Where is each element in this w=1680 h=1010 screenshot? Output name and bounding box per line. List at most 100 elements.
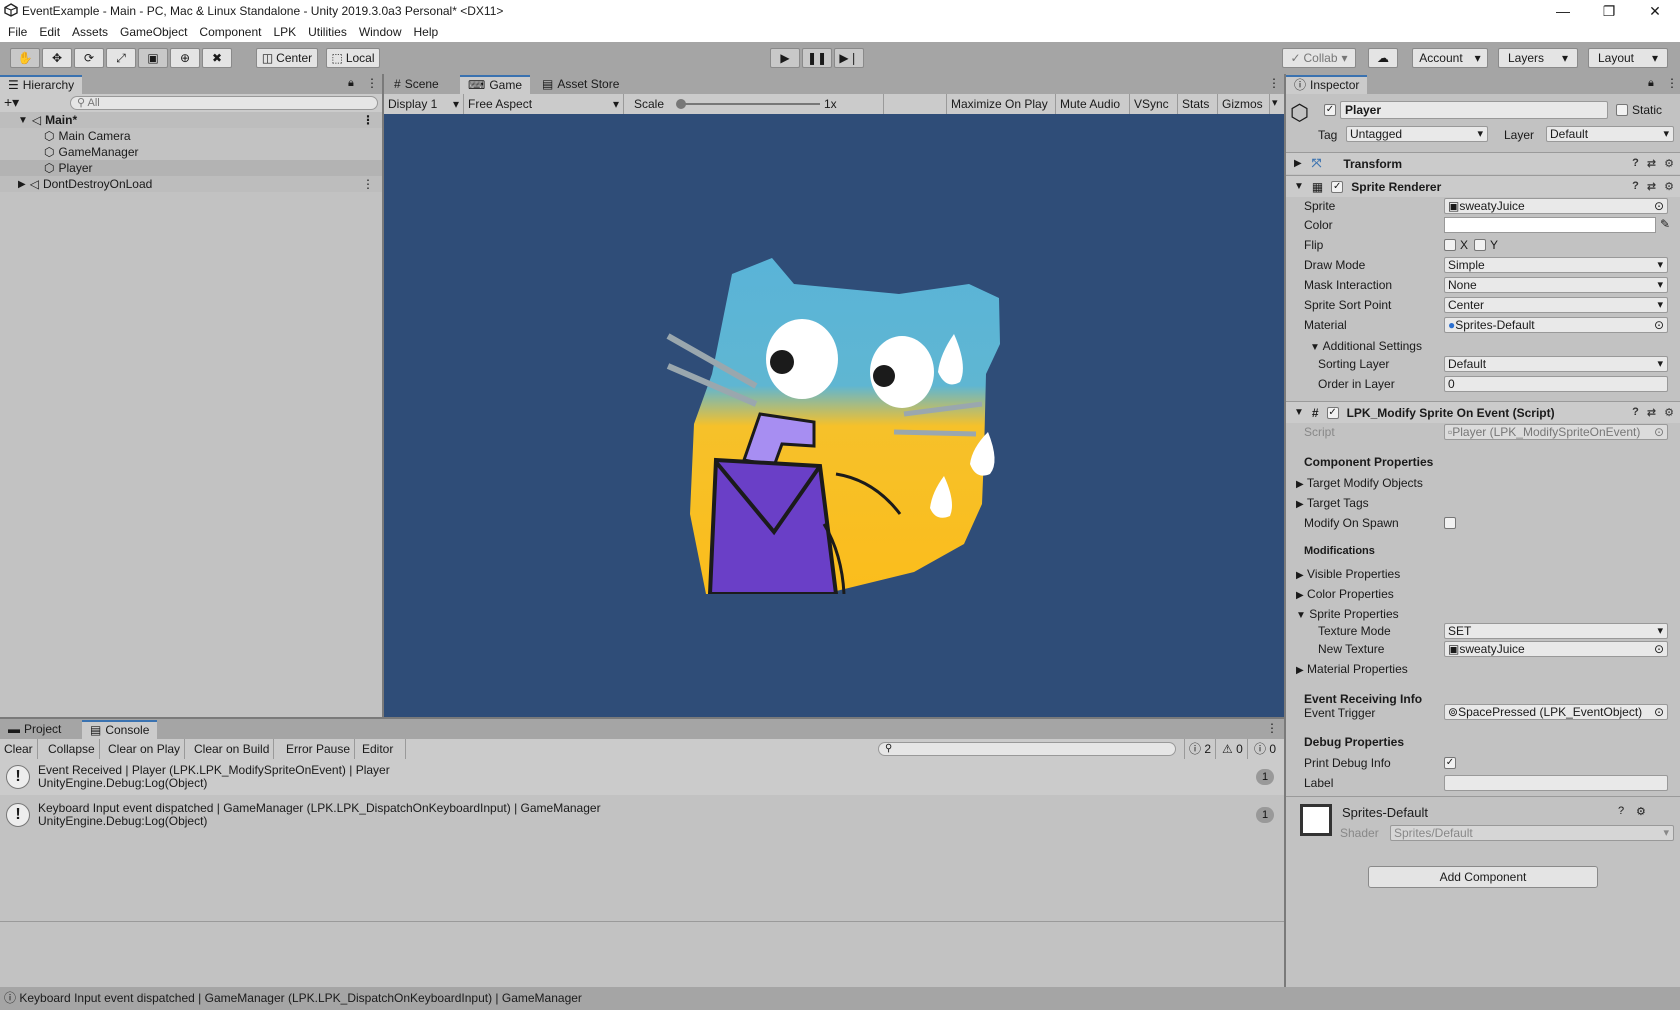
active-checkbox[interactable]: ✓ <box>1324 104 1336 116</box>
target-tags-foldout[interactable]: ▶ Target Tags <box>1296 496 1369 510</box>
modify-on-spawn-checkbox[interactable] <box>1444 517 1456 529</box>
mute-audio-toggle[interactable]: Mute Audio <box>1056 94 1130 114</box>
help-icon[interactable]: ? <box>1632 157 1639 170</box>
sprite-properties-foldout[interactable]: ▼ Sprite Properties <box>1296 607 1399 621</box>
vsync-toggle[interactable]: VSync <box>1130 94 1178 114</box>
sprite-renderer-header[interactable]: ▼ ▦ ✓ Sprite Renderer ? ⇄ ⚙ <box>1286 175 1680 197</box>
object-picker-icon[interactable]: ⊙ <box>1654 642 1664 656</box>
menu-utilities[interactable]: Utilities <box>302 22 353 42</box>
menu-edit[interactable]: Edit <box>33 22 66 42</box>
static-checkbox[interactable] <box>1616 104 1628 116</box>
layers-dropdown[interactable]: Layers ▾ <box>1498 48 1578 68</box>
help-icon[interactable]: ? <box>1632 406 1639 419</box>
play-button[interactable]: ▶ <box>770 48 800 68</box>
collab-dropdown[interactable]: ✓ Collab ▾ <box>1282 48 1356 68</box>
warning-count-toggle[interactable]: ⚠ 0 <box>1218 739 1248 759</box>
console-splitter[interactable] <box>0 921 1284 922</box>
scale-slider[interactable]: Scale 1x <box>624 94 884 114</box>
color-properties-foldout[interactable]: ▶ Color Properties <box>1296 587 1394 601</box>
display-dropdown[interactable]: Display 1 ▾ <box>384 94 464 114</box>
layout-dropdown[interactable]: Layout ▾ <box>1588 48 1668 68</box>
collapse-button[interactable]: Collapse <box>44 739 100 759</box>
error-pause-button[interactable]: Error Pause <box>282 739 356 759</box>
scale-tool-button[interactable]: ⤢ <box>106 48 136 68</box>
target-modify-objects-foldout[interactable]: ▶ Target Modify Objects <box>1296 476 1423 490</box>
tab-hierarchy[interactable]: ☰ Hierarchy <box>0 75 83 94</box>
lock-icon[interactable]: 🔒︎ <box>348 77 354 90</box>
maximize-button[interactable]: ❐ <box>1586 0 1632 22</box>
sprite-sort-point-dropdown[interactable]: Center <box>1444 297 1668 313</box>
flip-y-checkbox[interactable] <box>1474 239 1486 251</box>
clear-on-build-button[interactable]: Clear on Build <box>190 739 275 759</box>
tab-project[interactable]: ▬ Project <box>0 720 69 739</box>
texture-mode-dropdown[interactable]: SET <box>1444 623 1668 639</box>
slider-thumb[interactable] <box>676 99 686 109</box>
object-name-field[interactable]: Player <box>1340 101 1608 119</box>
menu-assets[interactable]: Assets <box>66 22 114 42</box>
game-viewport[interactable] <box>384 114 1284 717</box>
transform-tool-button[interactable]: ⊕ <box>170 48 200 68</box>
more-menu-icon[interactable]: ⋮ <box>366 76 378 90</box>
more-menu-icon[interactable]: ⋮ <box>1266 721 1278 735</box>
tab-scene[interactable]: # Scene <box>386 75 447 94</box>
preset-icon[interactable]: ⇄ <box>1647 157 1656 170</box>
visible-properties-foldout[interactable]: ▶ Visible Properties <box>1296 567 1400 581</box>
hierarchy-item-gamemanager[interactable]: ⬡ GameManager <box>0 144 382 160</box>
draw-mode-dropdown[interactable]: Simple <box>1444 257 1668 273</box>
create-plus-icon[interactable]: +▾ <box>4 94 19 111</box>
tab-game[interactable]: ⌨ Game <box>460 75 531 94</box>
tab-asset-store[interactable]: ▤ Asset Store <box>534 75 627 94</box>
tag-dropdown[interactable]: Untagged <box>1346 126 1488 142</box>
enabled-checkbox[interactable]: ✓ <box>1326 406 1339 419</box>
log-entry[interactable]: ! Event Received | Player (LPK.LPK_Modif… <box>0 759 1284 795</box>
stats-toggle[interactable]: Stats <box>1178 94 1218 114</box>
enabled-checkbox[interactable]: ✓ <box>1331 180 1344 193</box>
rect-tool-button[interactable]: ▣ <box>138 48 168 68</box>
more-menu-icon[interactable]: ⋮ <box>362 113 374 127</box>
sorting-layer-dropdown[interactable]: Default <box>1444 356 1668 372</box>
gear-icon[interactable]: ⚙ <box>1636 805 1646 818</box>
order-in-layer-field[interactable]: 0 <box>1444 376 1668 392</box>
chevron-down-icon[interactable]: ▾ <box>1272 96 1278 109</box>
object-picker-icon[interactable]: ⊙ <box>1654 199 1664 213</box>
info-count-toggle[interactable]: ⓘ 2 <box>1184 739 1217 759</box>
label-text-field[interactable] <box>1444 775 1668 791</box>
hierarchy-item-player[interactable]: ⬡ Player <box>0 160 382 176</box>
menu-gameobject[interactable]: GameObject <box>114 22 193 42</box>
additional-settings-foldout[interactable]: ▼ Additional Settings <box>1310 339 1422 353</box>
color-field[interactable] <box>1444 217 1656 233</box>
log-entry[interactable]: ! Keyboard Input event dispatched | Game… <box>0 797 1284 833</box>
custom-tool-button[interactable]: ✖ <box>202 48 232 68</box>
preset-icon[interactable]: ⇄ <box>1647 180 1656 193</box>
flip-x-checkbox[interactable] <box>1444 239 1456 251</box>
help-icon[interactable]: ? <box>1632 180 1639 193</box>
material-properties-foldout[interactable]: ▶ Material Properties <box>1296 662 1408 676</box>
close-button[interactable]: ✕ <box>1632 0 1678 22</box>
hierarchy-scene-dontdestroy[interactable]: ▶ ◁ DontDestroyOnLoad ⋮ <box>0 176 382 192</box>
more-menu-icon[interactable]: ⋮ <box>362 177 374 191</box>
more-menu-icon[interactable]: ⋮ <box>1268 76 1280 90</box>
clear-button[interactable]: Clear <box>0 739 38 759</box>
menu-help[interactable]: Help <box>408 22 445 42</box>
status-bar[interactable]: ⓘ Keyboard Input event dispatched | Game… <box>0 987 1680 1010</box>
hierarchy-item-main-camera[interactable]: ⬡ Main Camera <box>0 128 382 144</box>
space-local-toggle[interactable]: ⬚ Local <box>326 48 380 68</box>
tab-inspector[interactable]: ⓘ Inspector <box>1286 75 1368 94</box>
layer-dropdown[interactable]: Default <box>1546 126 1674 142</box>
pivot-center-toggle[interactable]: ◫ Center <box>256 48 318 68</box>
tab-console[interactable]: ▤ Console <box>82 720 158 739</box>
hand-tool-button[interactable]: ✋ <box>10 48 40 68</box>
object-picker-icon[interactable]: ⊙ <box>1654 705 1664 719</box>
error-count-toggle[interactable]: ⓘ 0 <box>1250 739 1280 759</box>
clear-on-play-button[interactable]: Clear on Play <box>104 739 186 759</box>
add-component-button[interactable]: Add Component <box>1368 866 1598 888</box>
print-debug-checkbox[interactable]: ✓ <box>1444 757 1456 769</box>
mask-interaction-dropdown[interactable]: None <box>1444 277 1668 293</box>
preset-icon[interactable]: ⇄ <box>1647 406 1656 419</box>
editor-dropdown[interactable]: Editor ▾ <box>358 739 406 776</box>
menu-window[interactable]: Window <box>353 22 408 42</box>
account-dropdown[interactable]: Account ▾ <box>1412 48 1488 68</box>
transform-header[interactable]: ▶ ⤧ Transform ? ⇄ ⚙ <box>1286 152 1680 174</box>
move-tool-button[interactable]: ✥ <box>42 48 72 68</box>
maximize-on-play-toggle[interactable]: Maximize On Play <box>946 94 1056 114</box>
